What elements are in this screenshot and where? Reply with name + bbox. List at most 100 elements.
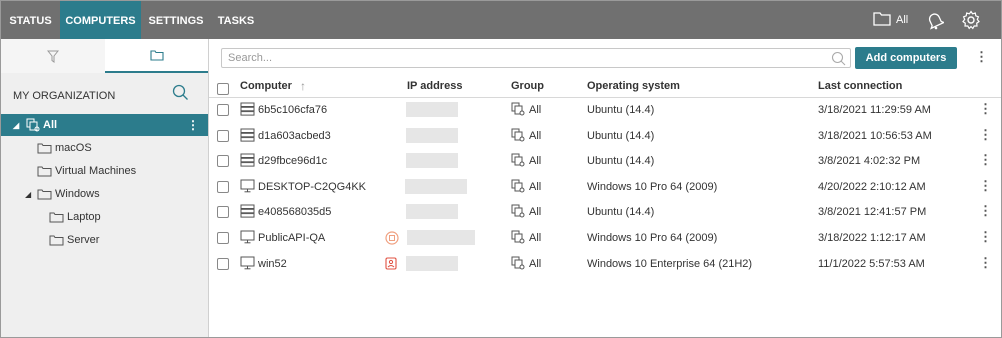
bell-icon[interactable] xyxy=(926,1,944,39)
row-checkbox[interactable] xyxy=(217,129,229,142)
column-header-computer[interactable]: Computer xyxy=(240,80,292,92)
org-header: MY ORGANIZATION xyxy=(1,77,208,115)
more-options-icon[interactable]: ⋮ xyxy=(975,49,988,65)
operating-system: Windows 10 Pro 64 (2009) xyxy=(587,180,718,193)
gear-icon[interactable] xyxy=(961,1,981,39)
group-name: All xyxy=(529,232,542,244)
org-title: MY ORGANIZATION xyxy=(13,90,116,102)
table-row[interactable]: 6b5c106cfa76 All Ubuntu (14.4) 3/18/2021 11… xyxy=(209,97,1001,122)
last-connection: 3/18/2022 1:12:17 AM xyxy=(818,232,926,244)
row-checkbox[interactable] xyxy=(217,232,229,244)
column-header-ip[interactable]: IP address xyxy=(407,80,462,92)
computer-name[interactable]: DESKTOP-C2QG4KK xyxy=(258,181,366,193)
row-more-options-icon[interactable]: ⋮ xyxy=(979,179,992,192)
column-header-group[interactable]: Group xyxy=(511,80,544,92)
row-more-options-icon[interactable]: ⋮ xyxy=(979,102,992,115)
server-icon xyxy=(240,102,255,119)
search-icon[interactable] xyxy=(172,84,189,104)
top-nav-bar: STATUS COMPUTERS SETTINGS TASKS All xyxy=(1,1,1001,39)
table-row[interactable]: DESKTOP-C2QG4KK All Windows 10 Pro 64 (200… xyxy=(209,174,1001,199)
search-input[interactable] xyxy=(228,52,818,64)
table-row[interactable]: e408568035d5 All Ubuntu (14.4) 3/8/2021 12:… xyxy=(209,199,1001,224)
tree-item-virtual-machines[interactable]: Virtual Machines xyxy=(1,160,208,182)
operating-system: Windows 10 Enterprise 64 (21H2) xyxy=(587,257,753,270)
last-connection: 3/8/2021 4:02:32 PM xyxy=(818,155,921,168)
last-connection: 4/20/2022 2:10:12 AM xyxy=(818,180,926,193)
tree-item-server[interactable]: Server xyxy=(1,229,208,251)
folder-icon xyxy=(873,11,891,29)
ip-address-redacted xyxy=(405,178,467,194)
row-checkbox[interactable] xyxy=(217,206,229,219)
group-icon xyxy=(511,204,525,221)
desktop-icon xyxy=(240,230,255,247)
row-checkbox[interactable] xyxy=(217,180,229,193)
tab-tasks[interactable]: TASKS xyxy=(211,1,261,39)
tree-item-all[interactable]: ◢ All ⋮ xyxy=(1,114,208,136)
sidebar-tabs xyxy=(1,39,208,73)
filter-icon xyxy=(47,50,59,63)
search-icon[interactable] xyxy=(831,51,846,69)
operating-system: Ubuntu (14.4) xyxy=(587,155,655,168)
last-connection: 3/18/2021 10:56:53 AM xyxy=(818,129,932,142)
row-checkbox[interactable] xyxy=(217,257,229,270)
toolbar: Add computers ⋮ xyxy=(209,39,1001,75)
tree-item-windows[interactable]: ◢ Windows xyxy=(1,183,208,205)
row-more-options-icon[interactable]: ⋮ xyxy=(979,153,992,166)
tab-computers[interactable]: COMPUTERS xyxy=(60,1,141,39)
group-filter-button[interactable]: All xyxy=(873,1,908,39)
row-more-options-icon[interactable]: ⋮ xyxy=(979,230,992,243)
group-name: All xyxy=(529,257,542,270)
folder-icon xyxy=(149,49,164,61)
group-icon xyxy=(511,256,525,273)
tab-settings[interactable]: SETTINGS xyxy=(141,1,211,39)
computer-name[interactable]: e408568035d5 xyxy=(258,206,331,218)
select-all-checkbox[interactable] xyxy=(217,83,229,95)
group-icon xyxy=(511,179,525,196)
group-name: All xyxy=(529,104,542,116)
ip-address-redacted xyxy=(406,204,458,220)
last-connection: 3/18/2021 11:29:59 AM xyxy=(818,104,931,116)
column-header-last-connection[interactable]: Last connection xyxy=(818,80,902,92)
table-row[interactable]: d29fbce96d1c All Ubuntu (14.4) 3/8/2021 4:0… xyxy=(209,148,1001,173)
group-icon xyxy=(511,153,525,170)
add-computers-button[interactable]: Add computers xyxy=(855,47,957,69)
column-header-os[interactable]: Operating system xyxy=(587,80,680,92)
table-row[interactable]: d1a603acbed3 All Ubuntu (14.4) 3/18/2021 10… xyxy=(209,123,1001,148)
group-icon xyxy=(26,118,40,135)
row-more-options-icon[interactable]: ⋮ xyxy=(979,256,992,269)
group-icon xyxy=(511,128,525,145)
group-name: All xyxy=(529,180,542,193)
tree-item-macos[interactable]: macOS xyxy=(1,137,208,159)
tree-item-laptop[interactable]: Laptop xyxy=(1,206,208,228)
row-more-options-icon[interactable]: ⋮ xyxy=(979,128,992,141)
sidebar: MY ORGANIZATION ◢ All ⋮ macOS Virtual Ma… xyxy=(1,39,209,337)
computer-name[interactable]: d29fbce96d1c xyxy=(258,155,327,167)
computer-name[interactable]: win52 xyxy=(258,258,287,270)
collapse-arrow-icon[interactable]: ◢ xyxy=(25,190,31,199)
tab-folders[interactable] xyxy=(105,39,208,73)
table-row[interactable]: win52 All Windows 10 Enterprise 64 (21H2) 1… xyxy=(209,251,1001,276)
row-more-options-icon[interactable]: ⋮ xyxy=(979,204,992,217)
operating-system: Ubuntu (14.4) xyxy=(587,104,655,116)
alert-status-icon xyxy=(385,257,397,273)
folder-icon xyxy=(37,189,52,203)
group-icon xyxy=(511,102,525,119)
tree-item-label: All xyxy=(43,119,58,131)
tab-status[interactable]: STATUS xyxy=(1,1,60,39)
group-icon xyxy=(511,230,525,247)
tab-filters[interactable] xyxy=(1,39,105,73)
computer-name[interactable]: d1a603acbed3 xyxy=(258,130,331,142)
tree-item-label: Server xyxy=(67,234,100,246)
sort-ascending-icon[interactable]: ↑ xyxy=(300,79,306,93)
app-window: STATUS COMPUTERS SETTINGS TASKS All MY O… xyxy=(0,0,1002,338)
collapse-arrow-icon[interactable]: ◢ xyxy=(13,121,19,130)
group-name: All xyxy=(529,129,542,142)
more-options-icon[interactable]: ⋮ xyxy=(187,118,199,132)
row-checkbox[interactable] xyxy=(217,104,229,116)
tree-item-label: Laptop xyxy=(67,211,101,223)
table-row[interactable]: PublicAPI-QA All Windows 10 Pro 64 (2009) 3… xyxy=(209,225,1001,250)
row-checkbox[interactable] xyxy=(217,155,229,168)
computer-name[interactable]: 6b5c106cfa76 xyxy=(258,104,327,116)
server-icon xyxy=(240,153,255,170)
computer-name[interactable]: PublicAPI-QA xyxy=(258,232,325,244)
